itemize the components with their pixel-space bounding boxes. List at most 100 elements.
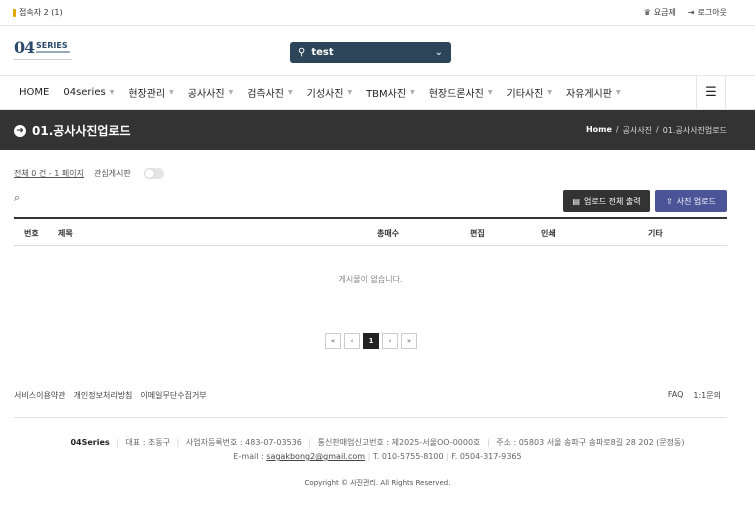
- nav-item-1[interactable]: 04series ▼: [63, 87, 114, 98]
- nav-item-0[interactable]: HOME: [19, 87, 49, 98]
- chevron-down-icon: ⌄: [434, 47, 443, 58]
- visitor-count-text: 접속자 2 (1): [19, 8, 63, 17]
- logo-tagline-bar: [36, 51, 70, 53]
- project-select[interactable]: ⚲ test ⌄: [290, 42, 451, 63]
- divider: |: [486, 438, 490, 447]
- crown-icon: ♛: [643, 8, 651, 17]
- nav-item-label: 공사사진: [187, 89, 225, 100]
- caret-down-icon: ▼: [410, 89, 415, 96]
- email-label: E-mail :: [233, 452, 264, 461]
- column-edit: 편집: [470, 229, 485, 238]
- nav-item-2[interactable]: 현장관리 ▼: [128, 85, 173, 100]
- logout-icon: ⇥: [687, 8, 695, 17]
- nav-item-3[interactable]: 공사사진 ▼: [188, 85, 233, 100]
- page-title-band: ➜ 01.공사사진업로드 Home / 공사사진 / 01.공사사진업로드: [0, 110, 755, 150]
- page-current[interactable]: 1: [363, 333, 379, 349]
- breadcrumb: Home / 공사사진 / 01.공사사진업로드: [586, 125, 727, 136]
- print-all-uploads-button[interactable]: ▤ 업로드 전체 출력: [563, 190, 650, 212]
- upload-icon: ⇪: [665, 196, 673, 206]
- logo-underline: [14, 59, 72, 60]
- inquiry-link[interactable]: 1:1문의: [693, 390, 721, 401]
- nav-item-label: 검측사진: [247, 89, 284, 100]
- divider: |: [176, 438, 180, 447]
- hamburger-icon: ☰: [705, 85, 717, 100]
- company-info: 04Series | 대표 : 조동구 | 사업자등록번호 : 483-07-0…: [0, 436, 755, 464]
- divider: |: [116, 438, 119, 447]
- nav-item-8[interactable]: 기타사진 ▼: [507, 85, 552, 100]
- divider: |: [367, 452, 371, 461]
- email-refusal-link[interactable]: 이메일무단수집거부: [140, 390, 206, 401]
- logout-label: 로그아웃: [697, 8, 727, 17]
- page-prev-button[interactable]: ‹: [344, 333, 360, 349]
- column-subject: 제목: [58, 229, 73, 238]
- caret-down-icon: ▼: [615, 89, 621, 96]
- page-title: 01.공사사진업로드: [32, 124, 131, 138]
- breadcrumb-current: 01.공사사진업로드: [662, 126, 727, 135]
- company-email[interactable]: sagakbong2@gmail.com: [266, 452, 365, 461]
- breadcrumb-separator: /: [615, 125, 619, 134]
- page-first-button[interactable]: «: [325, 333, 341, 349]
- breadcrumb-separator: /: [656, 125, 659, 134]
- copyright: Copyright © 사진관리. All Rights Reserved.: [304, 479, 451, 487]
- privacy-link[interactable]: 개인정보처리방침: [74, 390, 133, 401]
- hamburger-menu-button[interactable]: ☰: [696, 76, 726, 109]
- nav-item-6[interactable]: TBM사진 ▼: [366, 85, 415, 100]
- map-pin-icon: ⚲: [298, 47, 306, 58]
- caret-down-icon: ▼: [169, 89, 174, 96]
- column-photo-count: 총매수: [377, 229, 400, 238]
- nav-item-4[interactable]: 검측사진 ▼: [247, 85, 292, 100]
- company-address: 주소 : 05803 서울 송파구 송파로8길 28 202 (문정동): [496, 438, 685, 447]
- main-nav: HOME 04series ▼ 현장관리 ▼ 공사사진 ▼ 검측사진 ▼ 기성사진 ▼ TBM사진 ▼ 현…: [0, 76, 755, 110]
- terms-link[interactable]: 서비스이용약관: [14, 390, 66, 401]
- favorite-board-toggle[interactable]: [143, 168, 164, 179]
- company-ceo: 대표 : 조동구: [125, 438, 171, 447]
- pricing-link[interactable]: ♛ 요금제: [644, 7, 676, 18]
- logo-word: SERIES: [36, 41, 68, 50]
- nav-list: HOME 04series ▼ 현장관리 ▼ 공사사진 ▼ 검측사진 ▼ 기성사진 ▼ TBM사진 ▼ 현…: [19, 76, 635, 109]
- column-etc: 기타: [648, 229, 663, 238]
- nav-item-label: 자유게시판: [565, 89, 612, 100]
- search-icon[interactable]: ⌕: [14, 191, 20, 205]
- visitor-counter[interactable]: 접속자 2 (1): [13, 7, 63, 18]
- pricing-label: 요금제: [653, 8, 676, 17]
- page-last-button[interactable]: »: [401, 333, 417, 349]
- photo-upload-label: 사진 업로드: [676, 196, 717, 206]
- caret-down-icon: ▼: [347, 89, 353, 96]
- caret-down-icon: ▼: [487, 89, 493, 96]
- list-meta: 전체 0 건 - 1 페이지 관심게시판: [14, 168, 164, 179]
- caret-down-icon: ▼: [547, 89, 552, 96]
- divider: |: [446, 452, 449, 461]
- logout-link[interactable]: ⇥ 로그아웃: [688, 7, 727, 18]
- nav-item-5[interactable]: 기성사진 ▼: [307, 85, 352, 100]
- company-fax: F. 0504-317-9365: [451, 452, 522, 461]
- caret-down-icon: ▼: [288, 89, 293, 96]
- breadcrumb-parent[interactable]: 공사사진: [623, 125, 652, 136]
- faq-link[interactable]: FAQ: [668, 390, 684, 401]
- page-next-button[interactable]: ›: [382, 333, 398, 349]
- nav-item-label: TBM사진: [366, 89, 407, 100]
- nav-item-label: HOME: [19, 87, 50, 98]
- nav-item-9[interactable]: 자유게시판 ▼: [566, 85, 621, 100]
- nav-item-7[interactable]: 현장드론사진 ▼: [429, 85, 493, 100]
- document-icon: ▤: [572, 196, 580, 206]
- nav-item-label: 현장드론사진: [428, 89, 484, 100]
- empty-message: 게시물이 없습니다.: [338, 275, 403, 284]
- divider: |: [308, 438, 312, 447]
- visitor-icon: [13, 8, 16, 17]
- photo-upload-button[interactable]: ⇪ 사진 업로드: [655, 190, 727, 212]
- table-header: 번호 제목 총매수 편집 인쇄 기타: [14, 217, 727, 246]
- nav-item-label: 기성사진: [306, 89, 344, 100]
- site-header: 04 SERIES ⚲ test ⌄: [0, 26, 755, 76]
- nav-item-label: 기타사진: [506, 89, 544, 100]
- logo-mark: 04: [14, 38, 35, 57]
- caret-down-icon: ▼: [109, 89, 115, 96]
- column-print: 인쇄: [541, 229, 556, 238]
- nav-item-label: 현장관리: [128, 89, 166, 100]
- post-count: 전체 0 건 - 1 페이지: [14, 169, 84, 178]
- site-logo[interactable]: 04 SERIES: [14, 38, 72, 62]
- company-biz-number: 사업자등록번호 : 483-07-03536: [185, 438, 302, 447]
- company-mail-order-number: 통신판매업신고번호 : 제2025-서울OO-0000호: [317, 438, 481, 447]
- breadcrumb-home[interactable]: Home: [586, 125, 612, 136]
- company-name: 04Series: [70, 438, 110, 447]
- caret-down-icon: ▼: [228, 89, 234, 96]
